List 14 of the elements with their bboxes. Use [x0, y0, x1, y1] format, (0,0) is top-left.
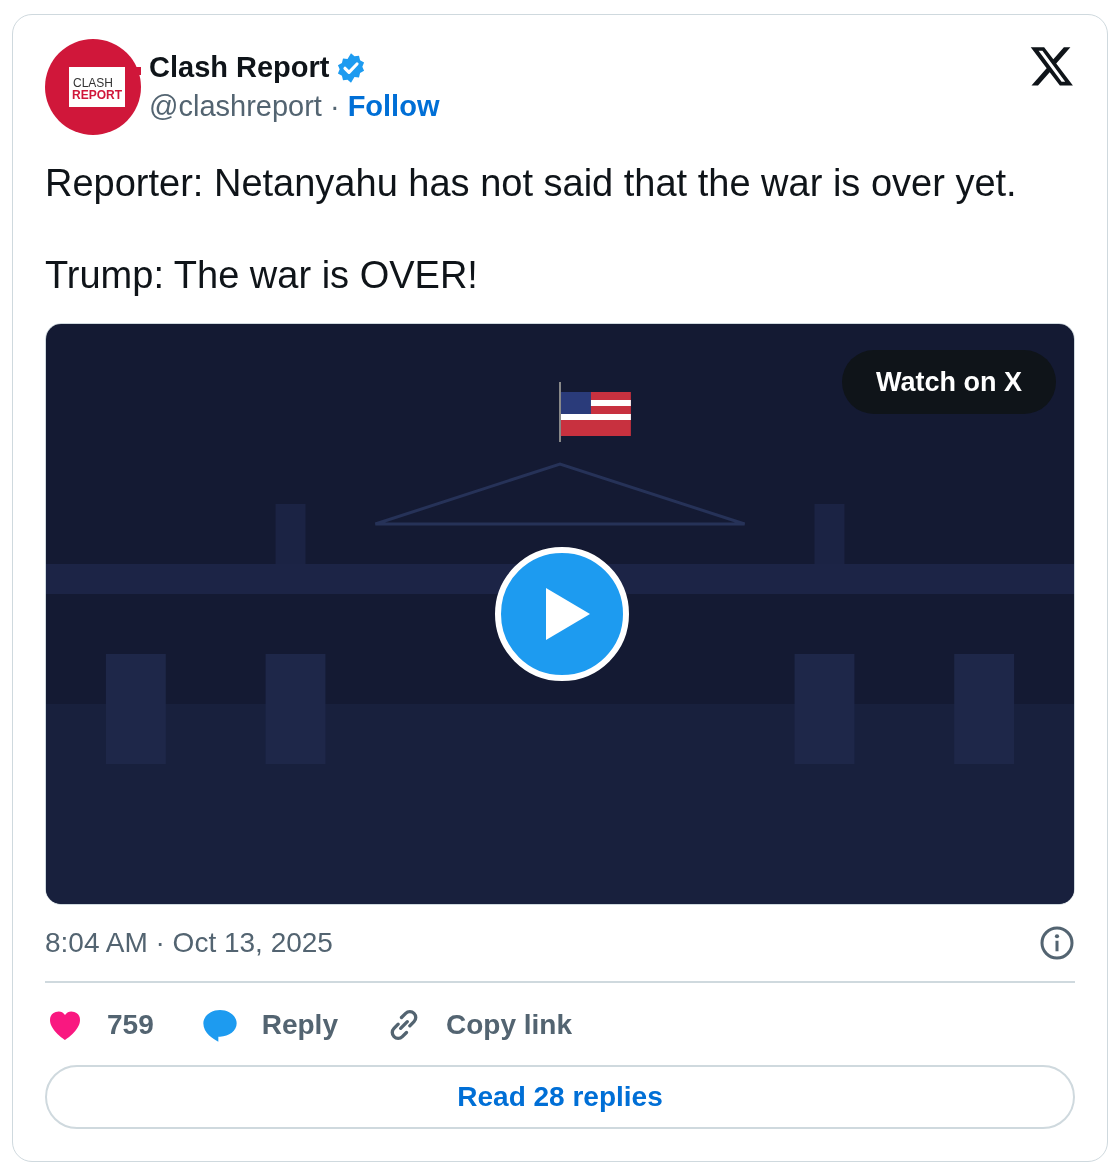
post-text: Reporter: Netanyahu has not said that the war is over yet. [45, 161, 1018, 205]
follow-link[interactable]: Follow [347, 90, 440, 123]
watch-button[interactable]: Watch on X [842, 350, 1056, 414]
action-label[interactable]: Copy link [445, 1009, 572, 1041]
action-label[interactable]: Reply [261, 1009, 338, 1041]
play-button-icon[interactable] [494, 546, 630, 682]
author-name[interactable]: Clash Report [149, 51, 330, 84]
avatar[interactable]: CLASH REPORT [45, 39, 141, 135]
author-handle: @clashreport · [149, 90, 340, 123]
timestamp[interactable]: 8:04 AM · Oct 13, 2025 [45, 927, 333, 959]
read-replies-button[interactable]: Read 28 replies [45, 1065, 1075, 1129]
info-icon[interactable] [1039, 925, 1075, 961]
post-text: Trump: The war is OVER! [45, 253, 479, 297]
action-label[interactable]: 759 [107, 1009, 154, 1041]
